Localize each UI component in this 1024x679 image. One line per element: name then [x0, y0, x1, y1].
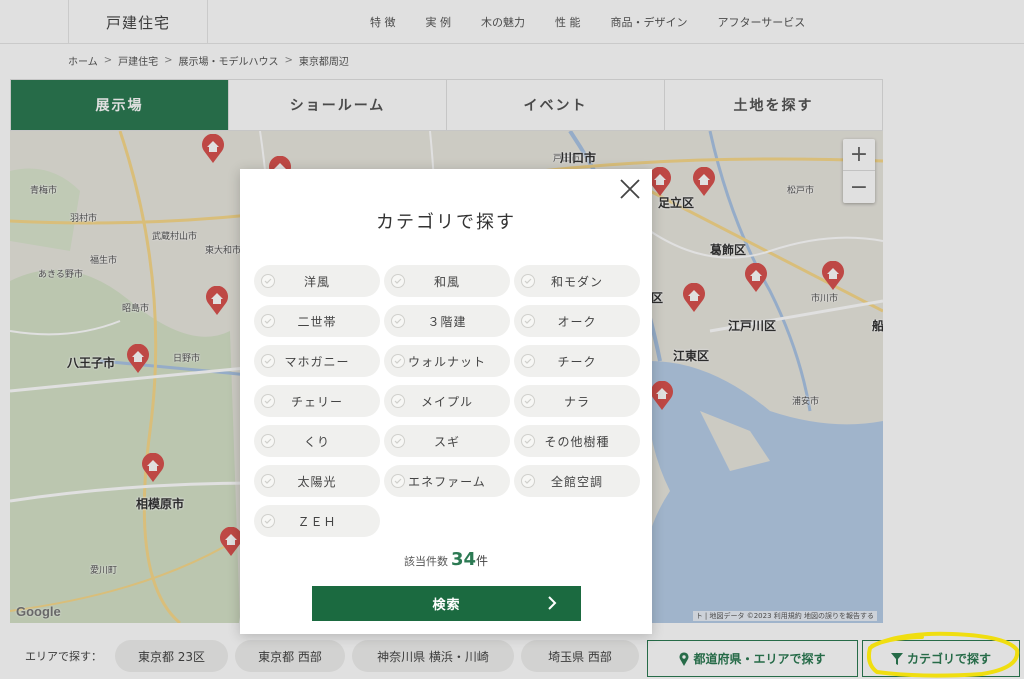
check-circle-icon: [391, 474, 405, 488]
category-option-western[interactable]: 洋風: [254, 265, 380, 297]
check-circle-icon: [391, 274, 405, 288]
category-label: 洋風: [303, 274, 330, 289]
category-label: エネファーム: [408, 474, 486, 489]
check-circle-icon: [521, 274, 535, 288]
category-option-oak[interactable]: オーク: [514, 305, 640, 337]
search-button[interactable]: 検索: [312, 586, 581, 621]
category-label: 全館空調: [550, 474, 603, 489]
category-label: オーク: [557, 314, 597, 329]
category-option-nara[interactable]: ナラ: [514, 385, 640, 417]
category-label: マホガニー: [284, 354, 350, 369]
category-option-japanese-modern[interactable]: 和モダン: [514, 265, 640, 297]
category-option-solar[interactable]: 太陽光: [254, 465, 380, 497]
category-option-two-generation[interactable]: 二世帯: [254, 305, 380, 337]
category-option-three-story[interactable]: ３階建: [384, 305, 510, 337]
chevron-right-icon: [548, 596, 557, 610]
category-label: その他樹種: [544, 434, 610, 449]
result-count: 該当件数 34件: [240, 549, 652, 570]
check-circle-icon: [261, 394, 275, 408]
category-option-teak[interactable]: チーク: [514, 345, 640, 377]
close-icon[interactable]: [618, 177, 642, 201]
check-circle-icon: [391, 354, 405, 368]
category-option-mahogany[interactable]: マホガニー: [254, 345, 380, 377]
category-option-walnut[interactable]: ウォルナット: [384, 345, 510, 377]
check-circle-icon: [521, 314, 535, 328]
category-option-cedar[interactable]: スギ: [384, 425, 510, 457]
check-circle-icon: [521, 474, 535, 488]
result-count-label: 該当件数: [403, 555, 448, 568]
category-label: チェリー: [290, 394, 343, 409]
result-count-value: 34: [450, 549, 477, 570]
category-option-ene-farm[interactable]: エネファーム: [384, 465, 510, 497]
check-circle-icon: [521, 394, 535, 408]
check-circle-icon: [261, 354, 275, 368]
check-circle-icon: [261, 514, 275, 528]
category-option-chestnut[interactable]: くり: [254, 425, 380, 457]
check-circle-icon: [261, 474, 275, 488]
search-button-label: 検索: [432, 598, 461, 613]
category-label: くり: [303, 434, 330, 449]
check-circle-icon: [391, 434, 405, 448]
check-circle-icon: [261, 274, 275, 288]
category-label: ナラ: [563, 394, 590, 409]
category-label: メイプル: [420, 394, 473, 409]
category-option-japanese[interactable]: 和風: [384, 265, 510, 297]
check-circle-icon: [521, 434, 535, 448]
modal-title: カテゴリで探す: [376, 212, 516, 233]
category-option-zeh[interactable]: ＺＥＨ: [254, 505, 380, 537]
category-modal: カテゴリで探す 洋風 和風 和モダン 二世帯 ３階建 オーク マホガニー ウォル…: [240, 169, 652, 634]
check-circle-icon: [261, 434, 275, 448]
category-label: 和モダン: [550, 274, 603, 289]
category-options: 洋風 和風 和モダン 二世帯 ３階建 オーク マホガニー ウォルナット チーク …: [254, 265, 640, 537]
category-label: チーク: [557, 354, 597, 369]
category-label: 太陽光: [297, 474, 337, 489]
category-option-other-wood[interactable]: その他樹種: [514, 425, 640, 457]
category-option-cherry[interactable]: チェリー: [254, 385, 380, 417]
check-circle-icon: [391, 314, 405, 328]
category-label: 和風: [433, 274, 460, 289]
check-circle-icon: [391, 394, 405, 408]
category-label: ３階建: [427, 314, 467, 329]
category-label: ウォルナット: [407, 354, 486, 369]
check-circle-icon: [521, 354, 535, 368]
result-count-unit: 件: [476, 554, 489, 568]
category-label: 二世帯: [297, 314, 337, 329]
category-option-maple[interactable]: メイプル: [384, 385, 510, 417]
category-label: スギ: [433, 434, 460, 449]
check-circle-icon: [261, 314, 275, 328]
category-option-whole-house-ac[interactable]: 全館空調: [514, 465, 640, 497]
category-label: ＺＥＨ: [297, 514, 337, 529]
